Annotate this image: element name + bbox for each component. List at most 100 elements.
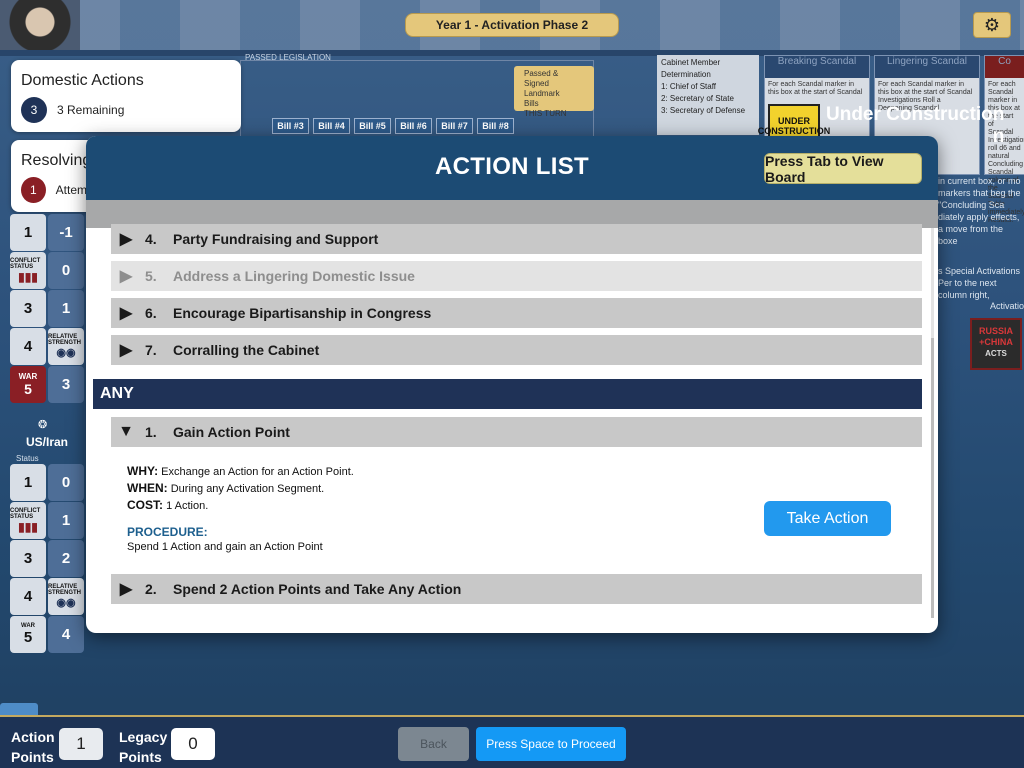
passed-bills-box: Passed & Signed Landmark Bills THIS TURN xyxy=(514,66,594,118)
collapse-arrow-icon: ▼ xyxy=(118,423,134,440)
domestic-actions-title: Domestic Actions xyxy=(21,72,144,89)
bar-chart-icon: ▮▮▮ xyxy=(18,519,38,534)
when-text: During any Activation Segment. xyxy=(170,483,325,495)
conflict-status-cell: CONFLICT STATUS ▮▮▮ xyxy=(10,502,46,539)
legacy-points-label-line: Points xyxy=(119,749,162,765)
action-points-label-line: Action xyxy=(11,729,55,745)
resolving-count-badge: 1 xyxy=(21,177,46,203)
action-label: Address a Lingering Domestic Issue xyxy=(173,268,415,284)
action-number: 1. xyxy=(145,424,157,440)
cabinet-item: 2: Secretary of State xyxy=(661,94,734,103)
strength-tokens-icon: ◉◉ xyxy=(56,347,76,359)
tracker-cell[interactable]: 4 xyxy=(10,578,46,615)
action-row[interactable]: ▶ 6. Encourage Bipartisanship in Congres… xyxy=(111,298,922,328)
war-label: WAR xyxy=(18,372,38,381)
conflict-status-label: CONFLICT STATUS xyxy=(10,507,41,520)
russia-label: RUSSIA xyxy=(978,326,1013,336)
relative-strength-label: RELATIVE STRENGTH xyxy=(48,584,81,596)
action-number: 4. xyxy=(145,231,157,247)
action-row[interactable]: ▶ 5. Address a Lingering Domestic Issue xyxy=(111,261,922,291)
gear-icon: ⚙ xyxy=(983,14,1001,35)
procedure-text: Spend 1 Action and gain an Action Point xyxy=(127,541,323,553)
tracker-cell[interactable]: 2 xyxy=(48,540,84,577)
domestic-actions-count-badge: 3 xyxy=(21,97,47,123)
action-row[interactable]: ▶ 7. Corralling the Cabinet xyxy=(111,335,922,365)
tracker-cell[interactable]: 1 xyxy=(10,464,46,501)
top-divider xyxy=(0,50,1024,56)
bar-chart-icon: ▮▮▮ xyxy=(18,269,38,284)
tracker-cell[interactable]: 3 xyxy=(48,366,84,403)
action-row[interactable]: ▶ 4. Party Fundraising and Support xyxy=(111,224,922,254)
bill-slot: Bill #7 xyxy=(436,118,473,134)
board-rules-text: in current box, or mo markers that beg t… xyxy=(938,176,1021,246)
cabinet-item: 1: Chief of Staff xyxy=(661,82,716,91)
procedure-label: PROCEDURE: xyxy=(127,525,208,539)
bill-slot: Bill #6 xyxy=(395,118,432,134)
expand-arrow-icon: ▶ xyxy=(119,342,133,359)
tracker-cell[interactable]: 4 xyxy=(48,616,84,653)
resolving-text: Attem xyxy=(55,183,87,197)
china-label: +CHINA xyxy=(979,337,1013,347)
tracker-cell[interactable]: 3 xyxy=(10,290,46,327)
cabinet-title: Cabinet Member Determination xyxy=(661,58,721,79)
board-special-text: s Special Activations Per to the next co… xyxy=(938,266,1021,300)
action-label: Encourage Bipartisanship in Congress xyxy=(173,305,432,321)
strength-tokens-icon: ◉◉ xyxy=(56,597,76,609)
scandal-head: Breaking Scandal xyxy=(765,56,869,78)
cabinet-item: 3: Secretary of Defense xyxy=(661,106,746,115)
relative-strength-label: RELATIVE STRENGTH xyxy=(48,334,81,346)
passed-box-line: Landmark xyxy=(524,89,560,98)
tracker-cell[interactable]: 0 xyxy=(48,252,84,289)
action-points-label: Action Points xyxy=(11,727,55,767)
tracker-cell[interactable]: 1 xyxy=(48,290,84,327)
section-any-header: ANY xyxy=(93,379,922,409)
war-cell[interactable]: WAR 5 xyxy=(10,616,46,653)
relative-strength-cell: RELATIVE STRENGTH ◉◉ xyxy=(48,328,84,365)
bill-slot: Bill #5 xyxy=(354,118,391,134)
take-action-button[interactable]: Take Action xyxy=(764,501,891,536)
tracker-cell[interactable]: 0 xyxy=(48,464,84,501)
domestic-actions-card: Domestic Actions 3 3 Remaining xyxy=(11,60,241,132)
war-cell[interactable]: WAR 5 xyxy=(10,366,46,403)
resolving-card: Resolving 1 Attem xyxy=(11,140,97,212)
us-iran-label: US/Iran xyxy=(25,435,68,449)
settings-button[interactable]: ⚙ xyxy=(973,12,1011,38)
conflict-status-cell: CONFLICT STATUS ▮▮▮ xyxy=(10,252,46,289)
action-label: Gain Action Point xyxy=(173,424,290,440)
us-iran-icon: ❂ xyxy=(38,419,48,431)
passed-box-line: Passed & Signed xyxy=(524,69,559,88)
action-list-scroll[interactable]: ▶ 4. Party Fundraising and Support ▶ 5. … xyxy=(86,224,938,633)
action-points-value: 1 xyxy=(59,728,103,760)
phase-indicator: Year 1 - Activation Phase 2 xyxy=(405,13,619,37)
domestic-actions-remaining: 3 Remaining xyxy=(57,103,125,117)
action-number: 2. xyxy=(145,581,157,597)
bottom-bar: Action Points 1 Legacy Points 0 Back Pre… xyxy=(0,715,1024,768)
action-row[interactable]: ▶ 2. Spend 2 Action Points and Take Any … xyxy=(111,574,922,604)
back-button[interactable]: Back xyxy=(398,727,469,761)
tracker-cell[interactable]: 3 xyxy=(10,540,46,577)
proceed-button[interactable]: Press Space to Proceed xyxy=(476,727,626,761)
bill-slot: Bill #3 xyxy=(272,118,309,134)
acts-label: ACTS xyxy=(985,349,1007,358)
war-value: 5 xyxy=(23,629,33,646)
scandal-head: Co xyxy=(985,56,1024,78)
legacy-points-label-line: Legacy xyxy=(119,729,168,745)
resolving-title: Resolving xyxy=(21,152,92,169)
tracker-cell[interactable]: 4 xyxy=(10,328,46,365)
president-portrait xyxy=(0,0,80,50)
scrollbar-thumb[interactable] xyxy=(931,338,934,618)
tracker-cell[interactable]: -1 xyxy=(48,214,84,251)
view-board-button[interactable]: Press Tab to View Board xyxy=(764,153,922,185)
cabinet-determination-box: Cabinet Member Determination 1: Chief of… xyxy=(657,55,759,135)
tracker-cell[interactable]: 1 xyxy=(48,502,84,539)
scandal-head: Lingering Scandal xyxy=(875,56,979,78)
status-label: Status xyxy=(16,454,39,463)
when-label: WHEN: xyxy=(127,481,168,495)
action-row-expanded[interactable]: ▼ 1. Gain Action Point xyxy=(111,417,922,447)
tracker-cell[interactable]: 1 xyxy=(10,214,46,251)
bill-slot: Bill #8 xyxy=(477,118,514,134)
action-list-modal: ACTION LIST Press Tab to View Board ▶ 4.… xyxy=(86,136,938,633)
corner-tab[interactable] xyxy=(0,703,38,715)
cost-text: 1 Action. xyxy=(166,500,209,512)
war-value: 5 xyxy=(24,381,32,397)
